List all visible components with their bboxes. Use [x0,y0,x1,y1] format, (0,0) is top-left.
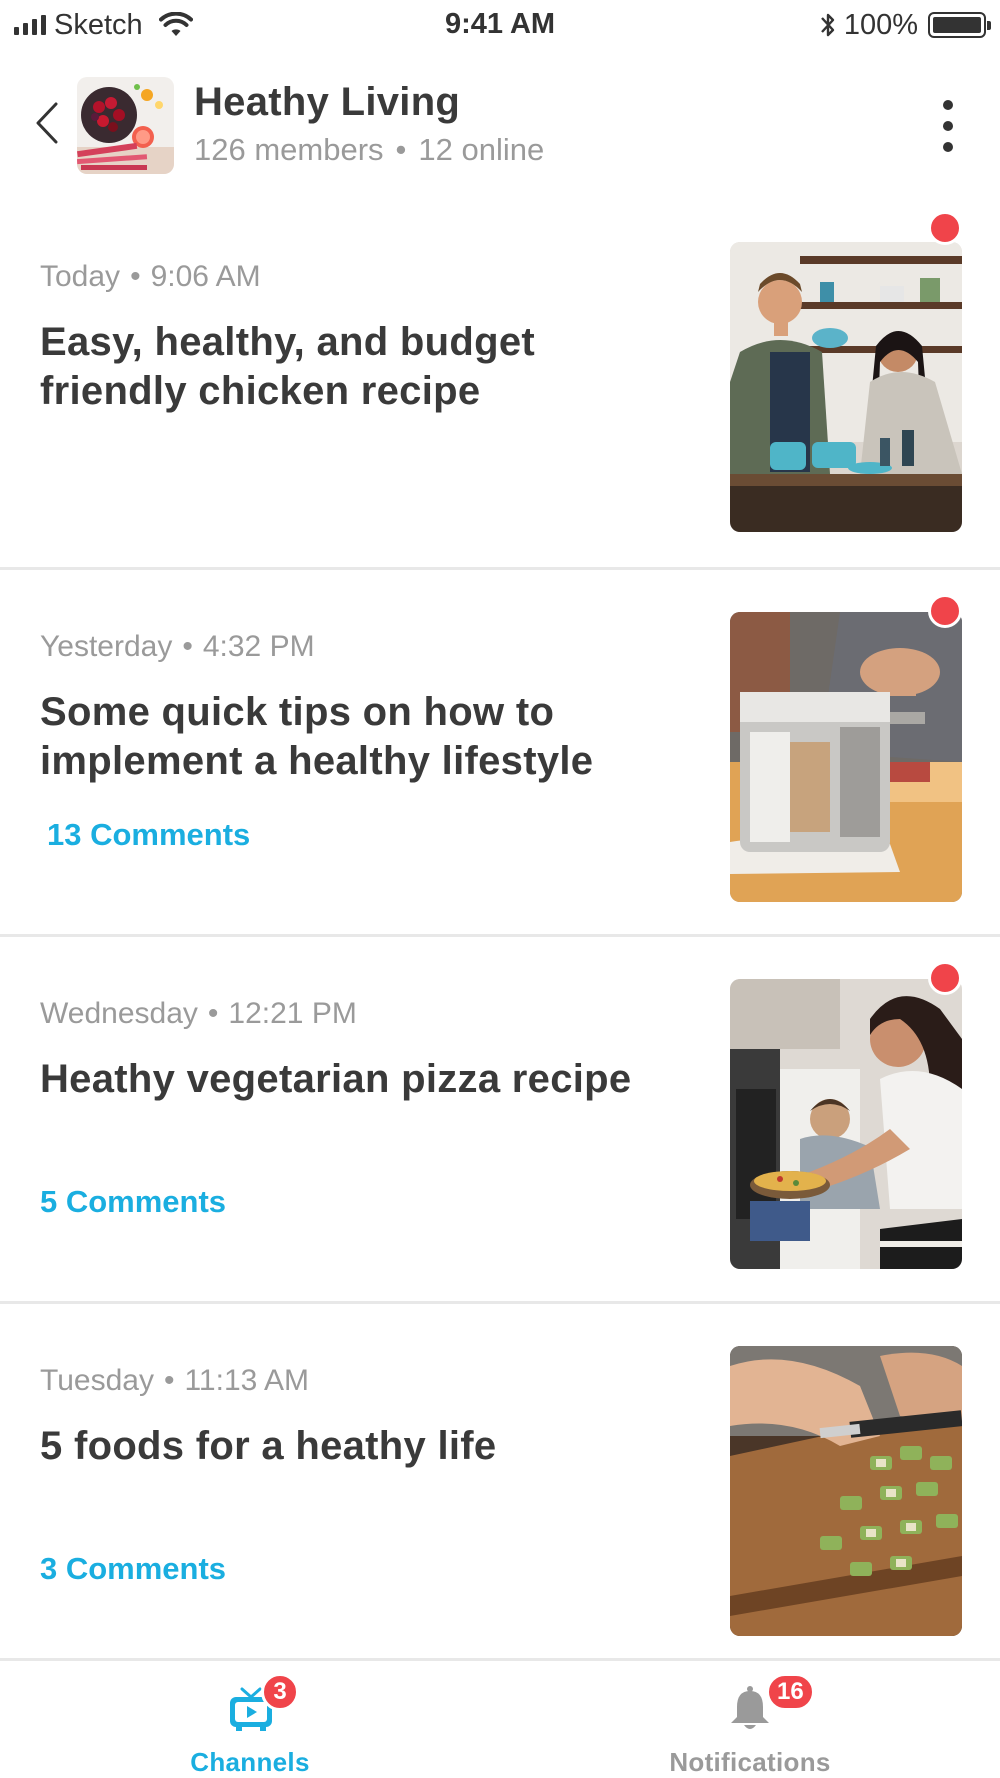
post-title: Heathy vegetarian pizza recipe [40,1057,632,1101]
more-dots-icon [943,100,953,110]
meta-separator: • [163,1364,175,1397]
member-count: 126 members [194,132,384,167]
post-time: 4:32 PM [202,630,315,663]
tab-channels-label: Channels [190,1747,310,1777]
post-timestamp: Yesterday • 4:32 PM [40,630,315,664]
meta-separator: • [395,132,407,167]
cooking-pot-image [730,612,962,902]
post-title: 5 foods for a heathy life [40,1424,497,1468]
unread-indicator [928,211,962,245]
unread-indicator [928,961,962,995]
meta-separator: • [130,260,141,293]
post-day: Wednesday [40,997,198,1030]
fruit-bowl-image [77,77,174,174]
channels-badge: 3 [261,1673,299,1711]
chopping-vegetables-image [730,1346,962,1636]
post-thumbnail[interactable] [730,979,962,1269]
cooking-couple-image [730,242,962,532]
chevron-left-icon [36,102,58,144]
channel-header: Heathy Living 126 members • 12 online [0,60,1000,190]
status-bar: Sketch 9:41 AM 100% [0,0,1000,52]
group-title: Heathy Living [194,80,461,124]
post-thumbnail[interactable] [730,1346,962,1636]
post-day: Today [40,260,121,293]
battery-icon [928,12,991,38]
post-time: 11:13 AM [184,1364,309,1397]
post-thumbnail[interactable] [730,242,962,532]
post-item[interactable]: Wednesday • 12:21 PM Heathy vegetarian p… [0,937,1000,1304]
post-time: 12:21 PM [228,997,357,1030]
post-item[interactable]: Yesterday • 4:32 PM Some quick tips on h… [0,570,1000,937]
back-button[interactable] [30,96,64,150]
group-meta: 126 members • 12 online [194,132,544,168]
status-right: 100% [818,8,991,42]
group-avatar[interactable] [77,77,174,174]
battery-percent: 100% [843,8,918,41]
comments-link[interactable]: 3 Comments [40,1551,226,1587]
comments-link[interactable]: 13 Comments [47,817,250,853]
bluetooth-icon [820,13,835,37]
tab-notifications[interactable]: 16 Notifications [500,1661,1000,1778]
post-day: Yesterday [40,630,173,663]
post-day: Tuesday [40,1364,154,1397]
meta-separator: • [207,997,219,1030]
post-title: Some quick tips on how to implement a he… [40,690,594,783]
meta-separator: • [182,630,193,663]
tab-channels[interactable]: 3 Channels [0,1661,500,1778]
unread-indicator [928,594,962,628]
more-options-button[interactable] [936,100,960,152]
comments-link[interactable]: 5 Comments [40,1184,226,1220]
pizza-oven-image [730,979,962,1269]
post-timestamp: Wednesday • 12:21 PM [40,997,357,1031]
post-title: Easy, healthy, and budget friendly chick… [40,320,535,413]
tab-bar: 3 Channels 16 Notifications [0,1658,1000,1778]
tab-notifications-label: Notifications [669,1747,831,1777]
post-thumbnail[interactable] [730,612,962,902]
post-item[interactable]: Today • 9:06 AM Easy, healthy, and budge… [0,211,1000,570]
online-count: 12 online [418,132,545,167]
post-feed: Today • 9:06 AM Easy, healthy, and budge… [0,211,1000,1671]
post-item[interactable]: Tuesday • 11:13 AM 5 foods for a heathy … [0,1304,1000,1671]
post-timestamp: Today • 9:06 AM [40,260,261,294]
notifications-badge: 16 [766,1673,815,1711]
post-timestamp: Tuesday • 11:13 AM [40,1364,309,1398]
post-time: 9:06 AM [150,260,261,293]
